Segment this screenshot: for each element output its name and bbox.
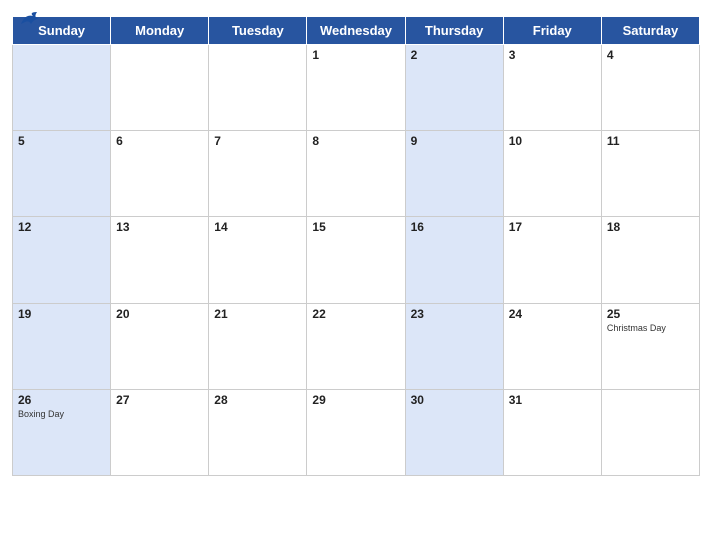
calendar-cell: 8 — [307, 131, 405, 217]
day-number: 30 — [411, 393, 498, 407]
logo — [16, 10, 41, 28]
calendar-cell: 4 — [601, 45, 699, 131]
calendar-cell — [111, 45, 209, 131]
day-number: 31 — [509, 393, 596, 407]
day-number: 21 — [214, 307, 301, 321]
day-number: 13 — [116, 220, 203, 234]
calendar-cell: 26 Boxing Day — [13, 389, 111, 475]
logo-bird-icon — [19, 10, 41, 28]
day-number: 15 — [312, 220, 399, 234]
day-number: 29 — [312, 393, 399, 407]
page-header — [0, 0, 712, 16]
day-number: 1 — [312, 48, 399, 62]
day-number: 11 — [607, 134, 694, 148]
day-header-friday: Friday — [503, 17, 601, 45]
calendar-cell: 30 — [405, 389, 503, 475]
week-row-3: 12 13 14 15 16 17 18 — [13, 217, 700, 303]
day-number: 19 — [18, 307, 105, 321]
day-number: 20 — [116, 307, 203, 321]
day-number: 5 — [18, 134, 105, 148]
calendar-cell: 20 — [111, 303, 209, 389]
day-number: 25 — [607, 307, 694, 321]
calendar-cell: 16 — [405, 217, 503, 303]
day-number: 23 — [411, 307, 498, 321]
calendar-cell: 25 Christmas Day — [601, 303, 699, 389]
day-number: 26 — [18, 393, 105, 407]
calendar-cell: 6 — [111, 131, 209, 217]
day-header-saturday: Saturday — [601, 17, 699, 45]
calendar-cell: 22 — [307, 303, 405, 389]
calendar-cell: 24 — [503, 303, 601, 389]
day-number: 24 — [509, 307, 596, 321]
day-number: 22 — [312, 307, 399, 321]
day-number: 18 — [607, 220, 694, 234]
week-row-5: 26 Boxing Day 27 28 29 30 31 — [13, 389, 700, 475]
calendar-cell: 17 — [503, 217, 601, 303]
calendar-cell — [601, 389, 699, 475]
calendar-cell: 11 — [601, 131, 699, 217]
day-number: 6 — [116, 134, 203, 148]
day-number: 4 — [607, 48, 694, 62]
calendar-cell: 15 — [307, 217, 405, 303]
day-number: 10 — [509, 134, 596, 148]
day-number: 16 — [411, 220, 498, 234]
week-row-1: 1234 — [13, 45, 700, 131]
week-row-4: 19 20 21 22 23 24 25 Christmas Day — [13, 303, 700, 389]
calendar-cell: 27 — [111, 389, 209, 475]
calendar-cell: 14 — [209, 217, 307, 303]
day-number: 8 — [312, 134, 399, 148]
calendar-cell: 10 — [503, 131, 601, 217]
calendar-cell: 21 — [209, 303, 307, 389]
calendar-cell: 28 — [209, 389, 307, 475]
calendar-cell: 23 — [405, 303, 503, 389]
calendar-cell: 18 — [601, 217, 699, 303]
calendar-cell: 9 — [405, 131, 503, 217]
day-header-thursday: Thursday — [405, 17, 503, 45]
calendar-cell: 3 — [503, 45, 601, 131]
week-row-2: 56789 10 11 — [13, 131, 700, 217]
day-number: 9 — [411, 134, 498, 148]
day-number: 28 — [214, 393, 301, 407]
day-number: 14 — [214, 220, 301, 234]
holiday-label: Christmas Day — [607, 323, 694, 334]
calendar-cell: 7 — [209, 131, 307, 217]
calendar-cell: 29 — [307, 389, 405, 475]
calendar-cell: 19 — [13, 303, 111, 389]
holiday-label: Boxing Day — [18, 409, 105, 420]
day-number: 3 — [509, 48, 596, 62]
calendar-cell: 1 — [307, 45, 405, 131]
day-number: 12 — [18, 220, 105, 234]
calendar-cell — [209, 45, 307, 131]
day-number: 27 — [116, 393, 203, 407]
calendar-table: SundayMondayTuesdayWednesdayThursdayFrid… — [12, 16, 700, 476]
day-number: 2 — [411, 48, 498, 62]
calendar: SundayMondayTuesdayWednesdayThursdayFrid… — [0, 16, 712, 550]
calendar-cell: 31 — [503, 389, 601, 475]
calendar-cell: 2 — [405, 45, 503, 131]
calendar-cell: 5 — [13, 131, 111, 217]
calendar-cell: 12 — [13, 217, 111, 303]
day-number: 7 — [214, 134, 301, 148]
calendar-cell: 13 — [111, 217, 209, 303]
calendar-cell — [13, 45, 111, 131]
day-header-monday: Monday — [111, 17, 209, 45]
day-header-wednesday: Wednesday — [307, 17, 405, 45]
day-header-tuesday: Tuesday — [209, 17, 307, 45]
day-number: 17 — [509, 220, 596, 234]
